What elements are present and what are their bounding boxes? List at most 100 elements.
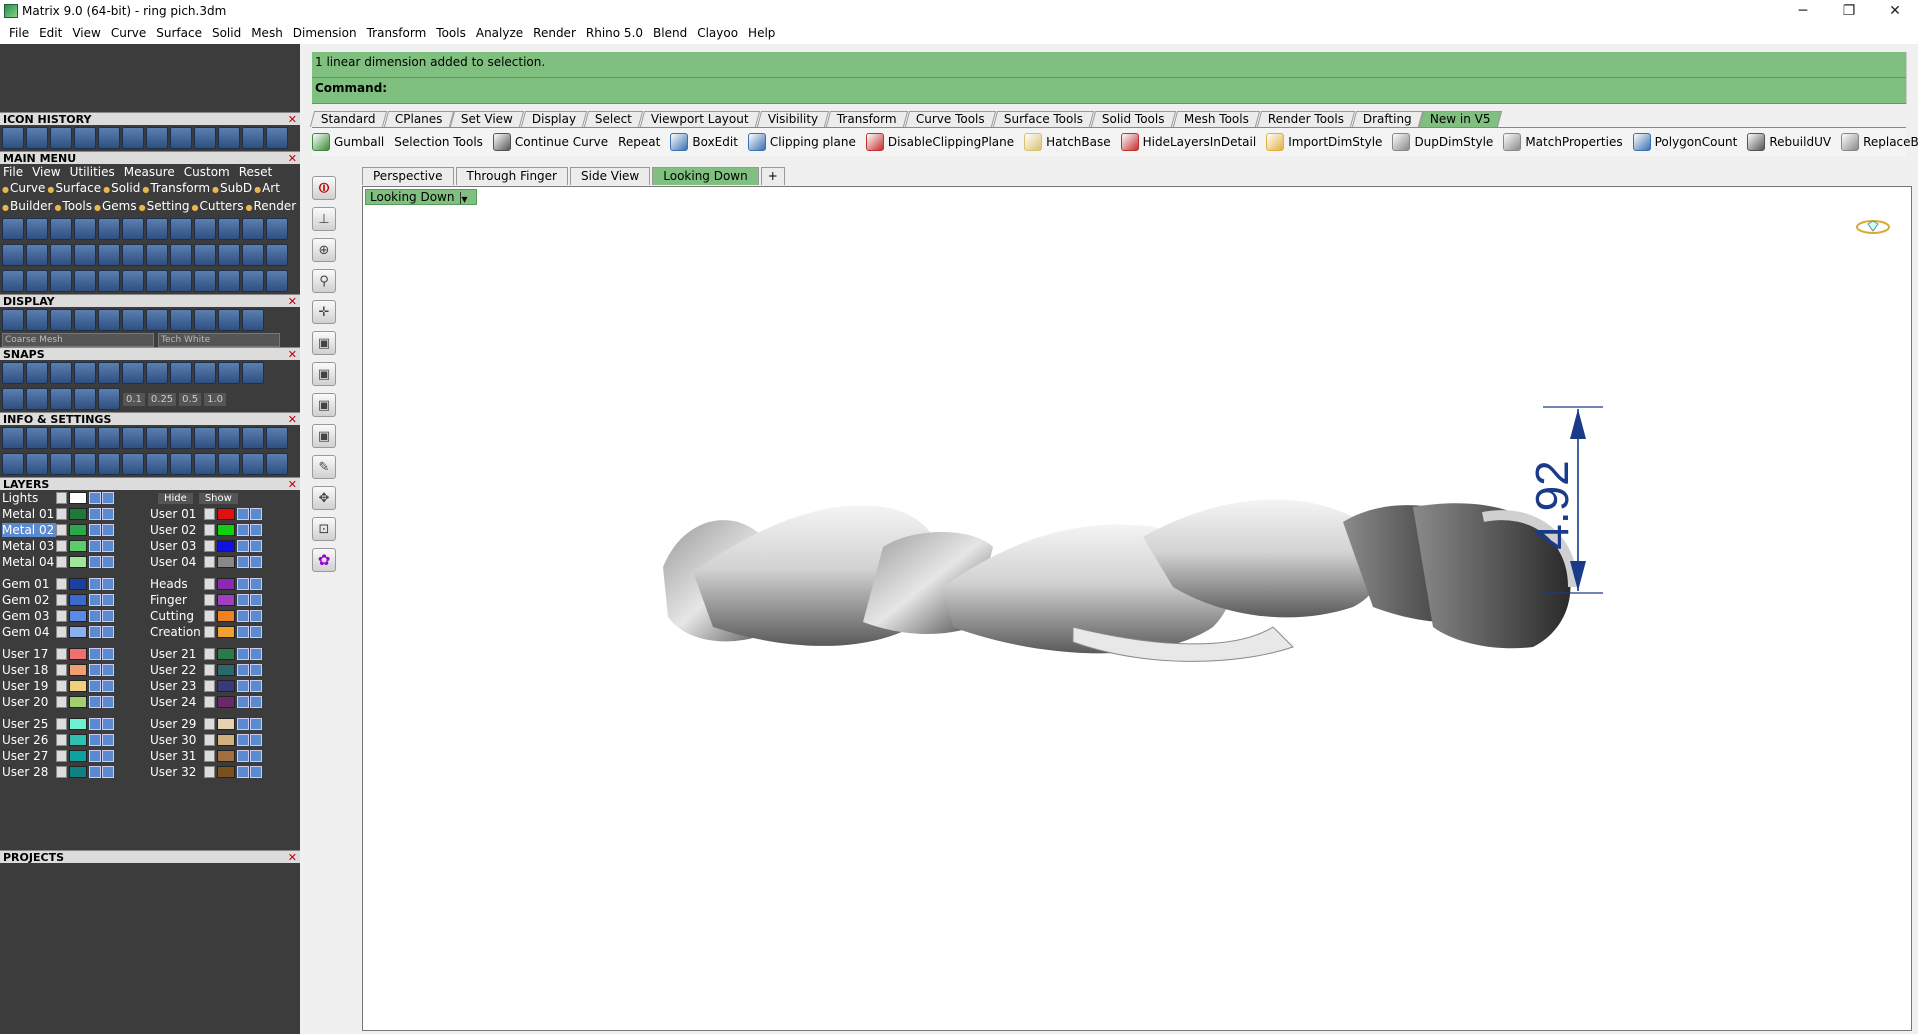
layer-name[interactable]: Cutting <box>150 609 204 623</box>
layer-visible-icon[interactable] <box>250 540 262 552</box>
view-front-icon[interactable]: ▣ <box>312 362 336 386</box>
tab-new-in-v5[interactable]: New in V5 <box>1419 111 1503 127</box>
settings-tool-icon[interactable] <box>98 453 120 475</box>
curve-tool-icon[interactable] <box>146 218 168 240</box>
layer-lock-icon[interactable] <box>237 734 249 746</box>
history-tool-icon[interactable] <box>50 127 72 149</box>
expand-arrow-icon[interactable] <box>56 680 67 692</box>
layer-lock-icon[interactable] <box>237 750 249 762</box>
transform-tool-icon[interactable] <box>2 270 24 292</box>
category-setting[interactable]: Setting <box>139 199 190 213</box>
edit-tool-icon[interactable] <box>146 244 168 266</box>
main-menu-file[interactable]: File <box>3 165 23 179</box>
layer-visible-icon[interactable] <box>102 556 114 568</box>
layer-color-swatch[interactable] <box>69 734 87 746</box>
layer-name[interactable]: User 17 <box>2 647 56 661</box>
layer-color-swatch[interactable] <box>69 594 87 606</box>
edit-tool-icon[interactable] <box>122 244 144 266</box>
layer-lock-icon[interactable] <box>89 696 101 708</box>
settings-tool-icon[interactable] <box>50 453 72 475</box>
main-menu-reset[interactable]: Reset <box>239 165 273 179</box>
add-viewport-tab-button[interactable]: + <box>760 167 785 185</box>
menu-view[interactable]: View <box>67 26 105 40</box>
menu-help[interactable]: Help <box>743 26 780 40</box>
layer-color-swatch[interactable] <box>69 664 87 676</box>
curve-tool-icon[interactable] <box>242 218 264 240</box>
snap-value-3[interactable]: 1.0 <box>204 392 226 406</box>
toolbar-item-matchproperties[interactable]: MatchProperties <box>1503 133 1623 151</box>
layer-name[interactable]: User 28 <box>2 765 56 779</box>
toolbar-item-hidelayersindetail[interactable]: HideLayersInDetail <box>1120 133 1256 151</box>
section-snaps[interactable]: SNAPS ✕ <box>0 347 300 361</box>
layer-visible-icon[interactable] <box>250 610 262 622</box>
snap-tool-icon[interactable] <box>170 362 192 384</box>
history-tool-icon[interactable] <box>242 127 264 149</box>
layer-lock-icon[interactable] <box>237 664 249 676</box>
display-tool-icon[interactable] <box>218 309 240 331</box>
category-solid[interactable]: Solid <box>103 181 140 195</box>
layer-color-swatch[interactable] <box>69 750 87 762</box>
main-menu-measure[interactable]: Measure <box>124 165 175 179</box>
viewport-title[interactable]: Looking Down ▾ <box>365 189 478 206</box>
layer-lock-icon[interactable] <box>237 696 249 708</box>
edit-tool-icon[interactable] <box>194 244 216 266</box>
tab-curve-tools[interactable]: Curve Tools <box>904 111 997 127</box>
layer-name[interactable]: User 27 <box>2 749 56 763</box>
grid-snap-icon[interactable] <box>2 388 24 410</box>
layer-visible-icon[interactable] <box>102 750 114 762</box>
layer-color-swatch[interactable] <box>217 524 235 536</box>
layer-name[interactable]: User 29 <box>150 717 204 731</box>
curve-tool-icon[interactable] <box>218 218 240 240</box>
snap-value-2[interactable]: 0.5 <box>179 392 202 406</box>
menu-surface[interactable]: Surface <box>151 26 207 40</box>
display-tool-icon[interactable] <box>74 309 96 331</box>
display-tool-icon[interactable] <box>26 309 48 331</box>
expand-arrow-icon[interactable] <box>56 556 67 568</box>
expand-arrow-icon[interactable] <box>56 696 67 708</box>
move-icon[interactable]: ✥ <box>312 486 336 510</box>
close-icon[interactable]: ✕ <box>288 851 297 864</box>
layer-lock-icon[interactable] <box>89 718 101 730</box>
expand-arrow-icon[interactable] <box>56 626 67 638</box>
layer-visible-icon[interactable] <box>102 492 114 504</box>
tab-drafting[interactable]: Drafting <box>1351 111 1423 127</box>
layer-lock-icon[interactable] <box>237 508 249 520</box>
menu-analyze[interactable]: Analyze <box>471 26 528 40</box>
stop-icon[interactable]: ⏼ <box>312 176 336 200</box>
snap-tool-icon[interactable] <box>122 362 144 384</box>
tab-viewport-layout[interactable]: Viewport Layout <box>640 111 761 127</box>
layer-color-swatch[interactable] <box>69 492 87 504</box>
settings-tool-icon[interactable] <box>242 453 264 475</box>
expand-arrow-icon[interactable] <box>56 524 67 536</box>
layer-name[interactable]: User 18 <box>2 663 56 677</box>
view-top-icon[interactable]: ▣ <box>312 331 336 355</box>
layer-visible-icon[interactable] <box>250 718 262 730</box>
menu-blend[interactable]: Blend <box>648 26 692 40</box>
layer-name[interactable]: User 25 <box>2 717 56 731</box>
layer-lock-icon[interactable] <box>89 648 101 660</box>
category-subd[interactable]: SubD <box>212 181 252 195</box>
edit-tool-icon[interactable] <box>26 244 48 266</box>
expand-arrow-icon[interactable] <box>56 578 67 590</box>
layer-lock-icon[interactable] <box>89 556 101 568</box>
layer-name[interactable]: User 23 <box>150 679 204 693</box>
section-layers[interactable]: LAYERS ✕ <box>0 477 300 491</box>
info-tool-icon[interactable] <box>242 427 264 449</box>
snap-tool-icon[interactable] <box>194 362 216 384</box>
axis-icon[interactable]: ⊥ <box>312 207 336 231</box>
layer-lock-icon[interactable] <box>237 680 249 692</box>
info-tool-icon[interactable] <box>194 427 216 449</box>
expand-arrow-icon[interactable] <box>204 578 215 590</box>
close-icon[interactable]: ✕ <box>288 152 297 165</box>
viewport-tab-through-finger[interactable]: Through Finger <box>455 167 568 185</box>
layer-color-swatch[interactable] <box>217 578 235 590</box>
layer-color-swatch[interactable] <box>69 718 87 730</box>
layer-lock-icon[interactable] <box>237 626 249 638</box>
menu-tools[interactable]: Tools <box>431 26 471 40</box>
layer-color-swatch[interactable] <box>69 578 87 590</box>
layer-lock-icon[interactable] <box>89 664 101 676</box>
layer-visible-icon[interactable] <box>250 750 262 762</box>
layer-visible-icon[interactable] <box>102 524 114 536</box>
layer-visible-icon[interactable] <box>250 648 262 660</box>
history-tool-icon[interactable] <box>122 127 144 149</box>
